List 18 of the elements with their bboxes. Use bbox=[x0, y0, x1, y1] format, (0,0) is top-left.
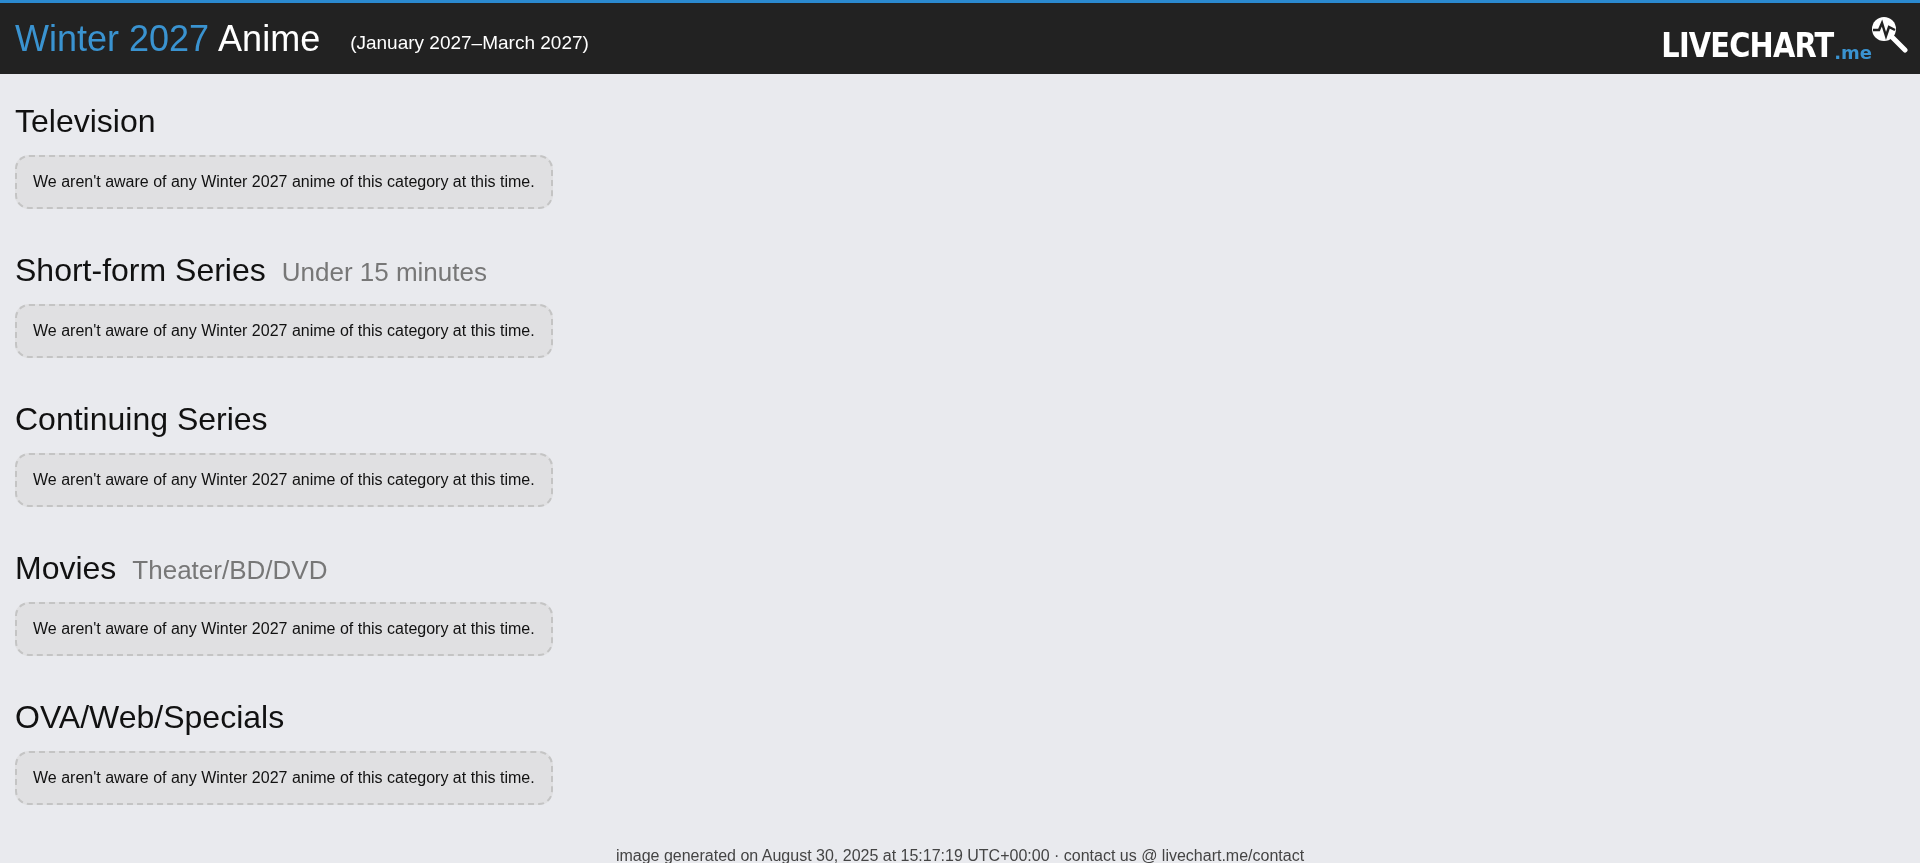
logo-text[interactable]: LIVECHART bbox=[1661, 26, 1834, 63]
section-heading: Short-form Series bbox=[15, 251, 266, 290]
logo-suffix[interactable]: .me bbox=[1834, 42, 1872, 63]
section-heading: Television bbox=[15, 102, 156, 141]
empty-notice: We aren't aware of any Winter 2027 anime of this category at this time. bbox=[15, 155, 553, 209]
section-heading: Continuing Series bbox=[15, 400, 268, 439]
empty-notice: We aren't aware of any Winter 2027 anime of this category at this time. bbox=[15, 751, 553, 805]
section-heading: Movies bbox=[15, 549, 117, 588]
empty-notice: We aren't aware of any Winter 2027 anime of this category at this time. bbox=[15, 602, 553, 656]
date-range: (January 2027–March 2027) bbox=[350, 31, 589, 54]
season-title: Winter 2027 bbox=[15, 17, 210, 60]
section-subtitle: Theater/BD/DVD bbox=[132, 554, 328, 587]
section-heading: OVA/Web/Specials bbox=[15, 698, 285, 737]
empty-notice: We aren't aware of any Winter 2027 anime of this category at this time. bbox=[15, 304, 553, 358]
page-title: Anime bbox=[218, 17, 321, 60]
magnifier-chart-icon bbox=[1870, 14, 1908, 53]
empty-notice: We aren't aware of any Winter 2027 anime of this category at this time. bbox=[15, 453, 553, 507]
section-subtitle: Under 15 minutes bbox=[281, 256, 487, 289]
